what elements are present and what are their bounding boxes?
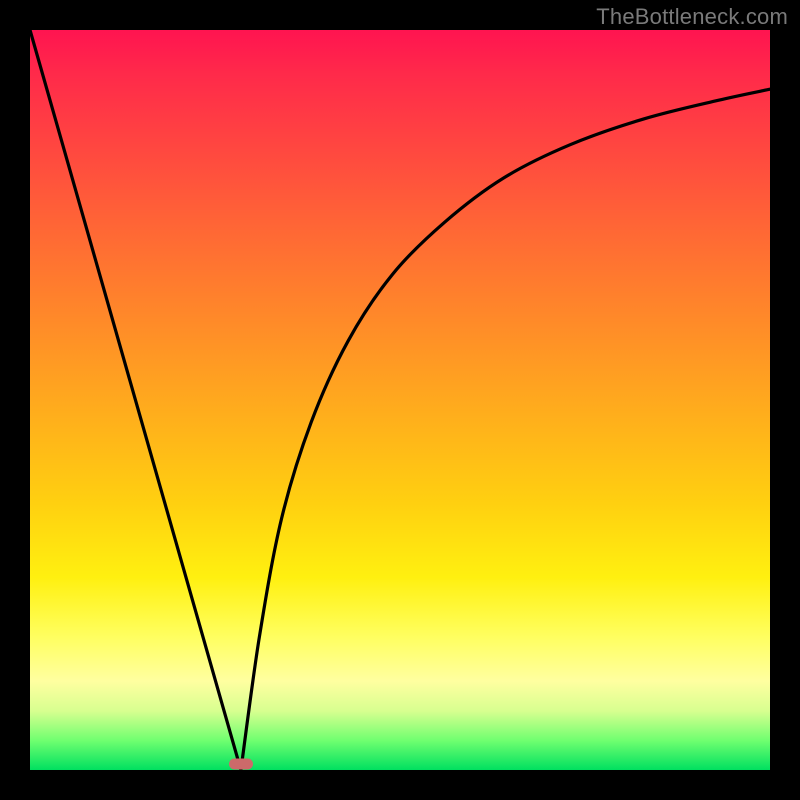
chart-frame: TheBottleneck.com xyxy=(0,0,800,800)
curve-left-branch xyxy=(30,30,241,770)
curve-right-branch xyxy=(241,89,770,770)
dip-marker xyxy=(229,759,253,770)
bottleneck-curve xyxy=(30,30,770,770)
plot-area xyxy=(30,30,770,770)
watermark-text: TheBottleneck.com xyxy=(596,4,788,30)
